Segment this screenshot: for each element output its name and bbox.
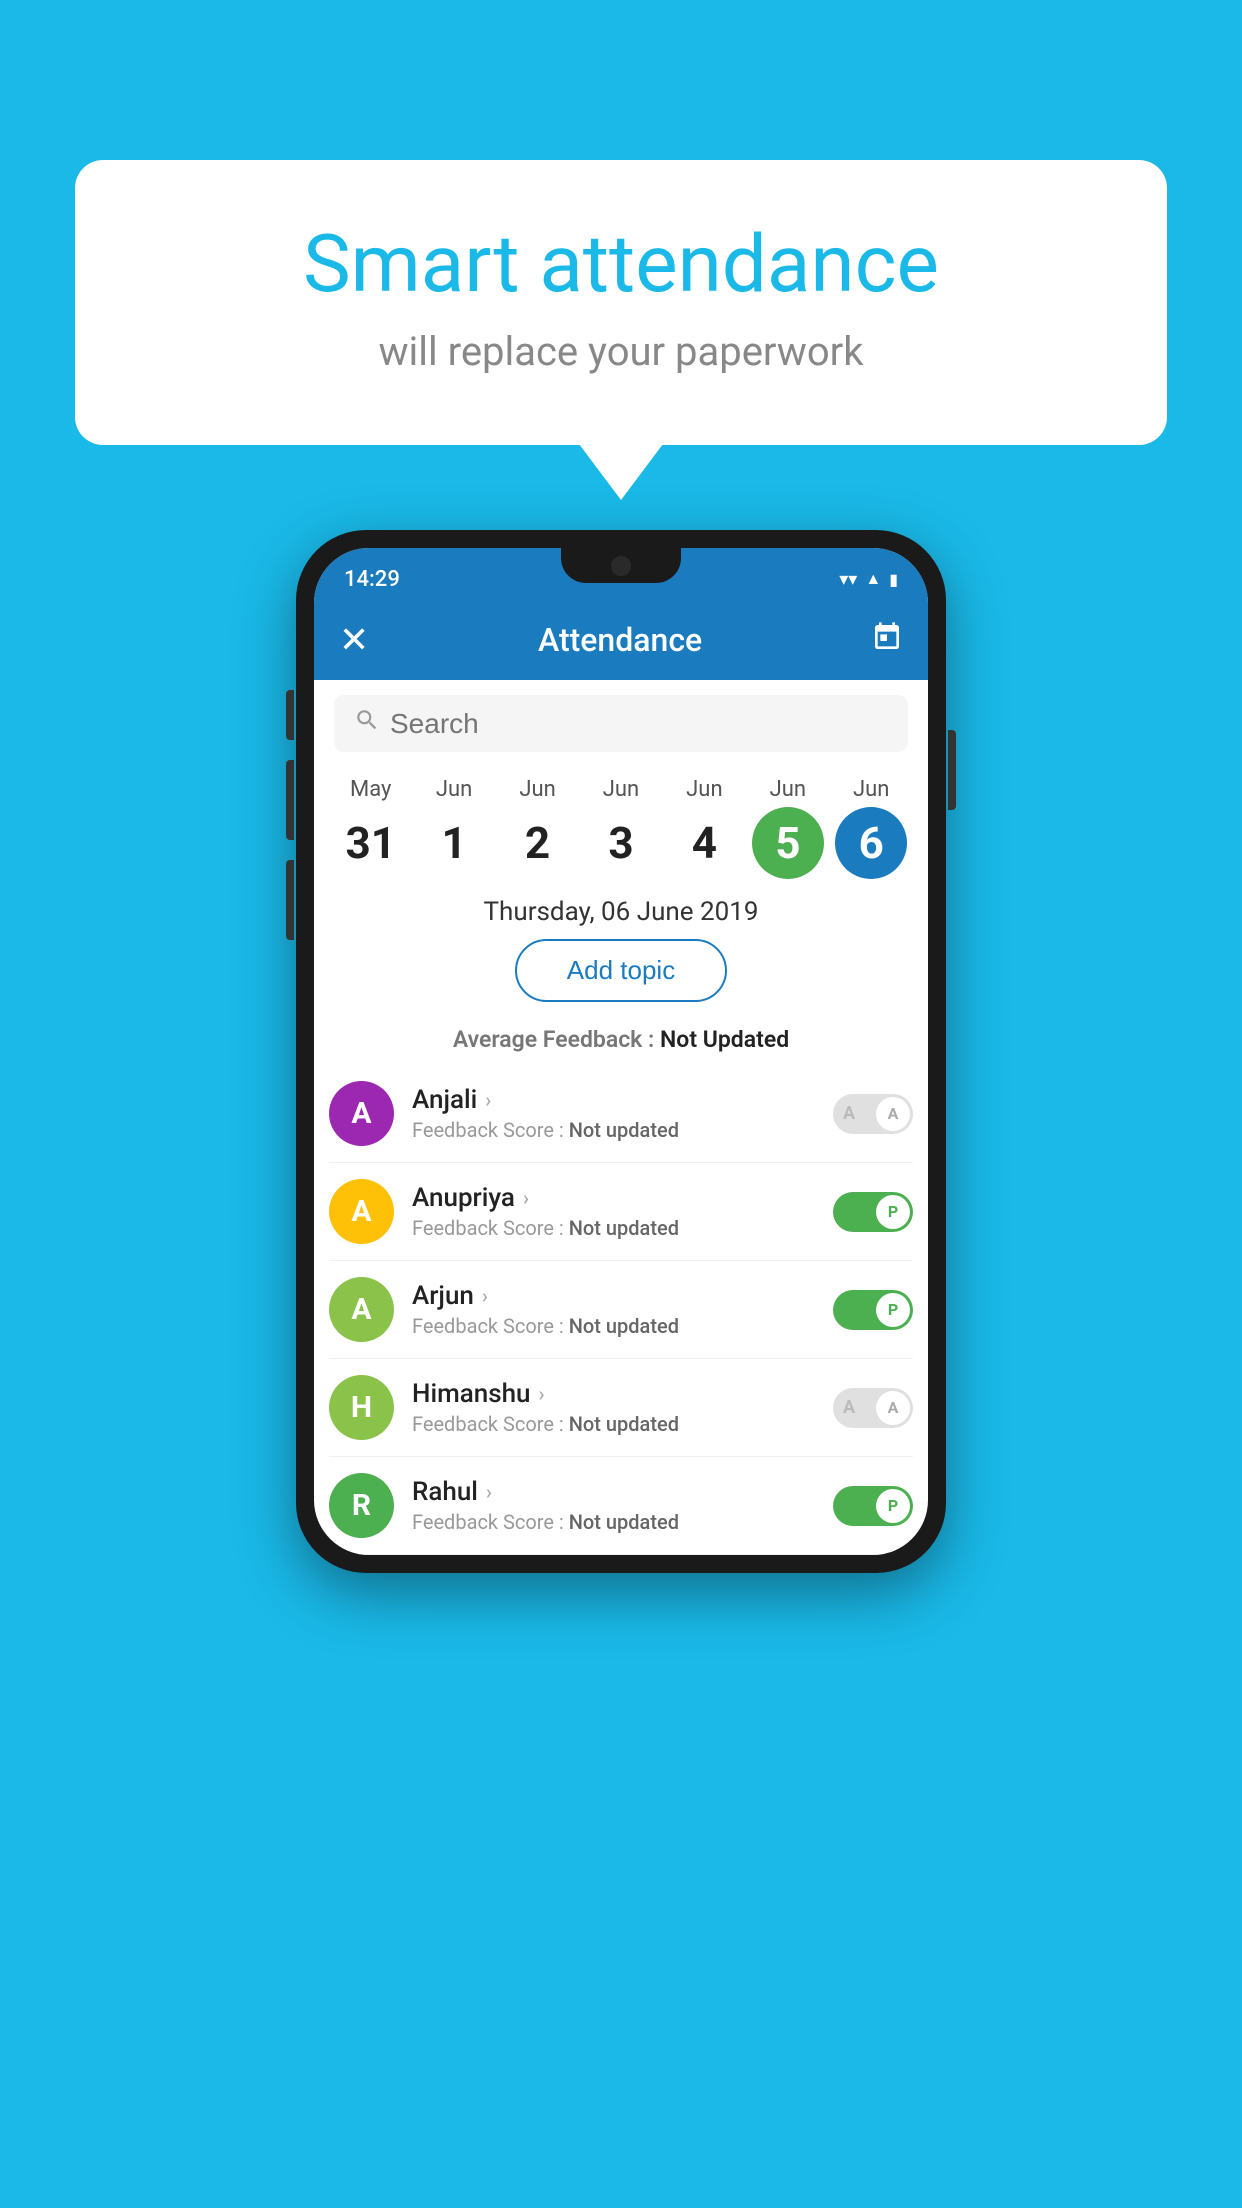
status-icons: ▾▾ ▲ ▮ (839, 569, 898, 590)
date-item[interactable]: May31 (335, 777, 407, 879)
student-name: Himanshu › (412, 1379, 833, 1409)
chevron-icon: › (523, 1186, 529, 1210)
date-item[interactable]: Jun1 (418, 777, 490, 879)
search-container[interactable] (334, 695, 908, 752)
chevron-icon: › (485, 1088, 491, 1112)
list-item[interactable]: A Anupriya › Feedback Score : Not updatedP (329, 1163, 913, 1261)
search-input[interactable] (390, 708, 888, 740)
speech-bubble-container: Smart attendance will replace your paper… (75, 160, 1167, 445)
student-name: Anjali › (412, 1085, 833, 1115)
close-button[interactable]: ✕ (339, 619, 369, 661)
list-item[interactable]: R Rahul › Feedback Score : Not updatedP (329, 1457, 913, 1555)
attendance-toggle[interactable]: AA (833, 1388, 913, 1428)
avatar: R (329, 1473, 394, 1538)
student-feedback: Feedback Score : Not updated (412, 1216, 833, 1240)
student-name: Rahul › (412, 1477, 833, 1507)
date-item[interactable]: Jun2 (502, 777, 574, 879)
student-name: Anupriya › (412, 1183, 833, 1213)
add-topic-button[interactable]: Add topic (515, 939, 727, 1002)
add-topic-container: Add topic (314, 939, 928, 1014)
attendance-toggle[interactable]: AA (833, 1094, 913, 1134)
phone-camera (611, 556, 631, 576)
wifi-icon: ▾▾ (839, 569, 857, 590)
student-name: Arjun › (412, 1281, 833, 1311)
avatar: A (329, 1277, 394, 1342)
phone-button-left-1 (286, 690, 294, 740)
list-item[interactable]: A Arjun › Feedback Score : Not updatedP (329, 1261, 913, 1359)
date-item[interactable]: Jun6 (835, 777, 907, 879)
phone-button-right (948, 730, 956, 810)
attendance-toggle[interactable]: P (833, 1290, 913, 1330)
speech-bubble: Smart attendance will replace your paper… (75, 160, 1167, 445)
avatar: H (329, 1375, 394, 1440)
attendance-toggle[interactable]: P (833, 1192, 913, 1232)
date-strip: May31Jun1Jun2Jun3Jun4Jun5Jun6 (314, 767, 928, 879)
battery-icon: ▮ (889, 570, 898, 589)
student-feedback: Feedback Score : Not updated (412, 1412, 833, 1436)
student-feedback: Feedback Score : Not updated (412, 1314, 833, 1338)
student-feedback: Feedback Score : Not updated (412, 1510, 833, 1534)
phone-button-left-3 (286, 860, 294, 940)
date-item[interactable]: Jun3 (585, 777, 657, 879)
date-item[interactable]: Jun5 (752, 777, 824, 879)
avg-feedback: Average Feedback : Not Updated (314, 1026, 928, 1053)
avatar: A (329, 1081, 394, 1146)
status-time: 14:29 (344, 567, 400, 592)
selected-date: Thursday, 06 June 2019 (314, 897, 928, 927)
hero-title: Smart attendance (155, 220, 1087, 308)
search-icon (354, 707, 380, 740)
calendar-icon[interactable] (871, 621, 903, 660)
student-feedback: Feedback Score : Not updated (412, 1118, 833, 1142)
chevron-icon: › (486, 1480, 492, 1504)
app-bar: ✕ Attendance (314, 600, 928, 680)
attendance-toggle[interactable]: P (833, 1486, 913, 1526)
phone-wrapper: 14:29 ▾▾ ▲ ▮ ✕ Attendance (296, 530, 946, 1573)
avatar: A (329, 1179, 394, 1244)
phone-button-left-2 (286, 760, 294, 840)
list-item[interactable]: H Himanshu › Feedback Score : Not updatedA… (329, 1359, 913, 1457)
list-item[interactable]: A Anjali › Feedback Score : Not updatedAA (329, 1065, 913, 1163)
app-bar-title: Attendance (538, 621, 702, 659)
phone-screen: 14:29 ▾▾ ▲ ▮ ✕ Attendance (314, 548, 928, 1555)
chevron-icon: › (482, 1284, 488, 1308)
date-item[interactable]: Jun4 (668, 777, 740, 879)
signal-icon: ▲ (865, 569, 881, 589)
student-list: AAnjali ›Feedback Score : Not updatedAAA… (314, 1065, 928, 1555)
phone-outer: 14:29 ▾▾ ▲ ▮ ✕ Attendance (296, 530, 946, 1573)
hero-subtitle: will replace your paperwork (155, 328, 1087, 375)
phone-notch (561, 548, 681, 583)
chevron-icon: › (539, 1382, 545, 1406)
